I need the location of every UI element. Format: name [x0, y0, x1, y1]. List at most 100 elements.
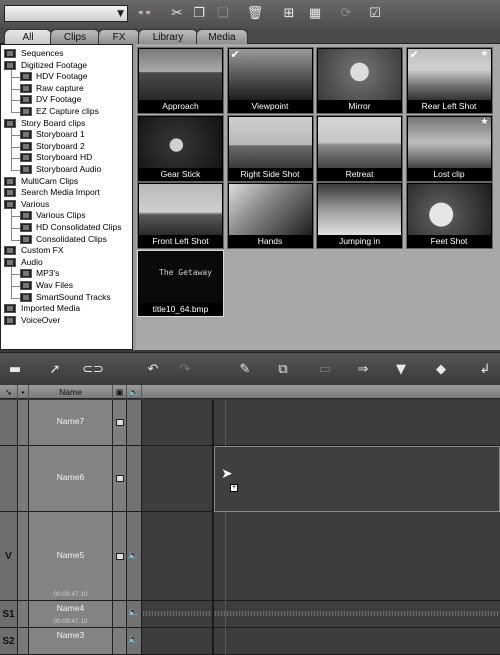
folder-icon — [20, 211, 32, 221]
track-monitor-toggle[interactable] — [113, 446, 127, 511]
bin-tree-panel: Sequences Digitized Footage HDV Footage Raw… — [0, 44, 133, 350]
track-audio-toggle[interactable] — [127, 400, 142, 445]
arrow-right-icon[interactable]: ⇒ — [352, 361, 374, 378]
tab-library[interactable]: Library — [138, 29, 198, 44]
timeline-track[interactable]: V Name5 00:09:47.10 🔈 — [0, 512, 500, 601]
track-name-cell[interactable]: Name3 — [29, 628, 113, 654]
folder-icon — [4, 49, 16, 58]
binoculars-icon[interactable]: 👓 — [136, 5, 154, 22]
track-select-cell[interactable] — [18, 512, 29, 600]
razor-icon[interactable]: ✎ — [234, 361, 256, 378]
refresh-icon[interactable]: ⟳ — [337, 5, 355, 22]
link-icon[interactable]: ⊂⊃ — [82, 361, 104, 378]
playhead[interactable] — [212, 400, 214, 655]
clip-thumbnail[interactable]: Rear Left Shot ✔ ★ — [405, 47, 493, 114]
track-audio-toggle[interactable]: 🔈 — [127, 601, 142, 627]
track-content-area[interactable] — [143, 512, 500, 600]
grid-small-icon[interactable]: ▦ — [306, 5, 324, 22]
clip-thumbnail[interactable]: Retreat — [316, 114, 403, 182]
tree-connector — [11, 170, 20, 171]
track-monitor-toggle[interactable] — [113, 400, 127, 445]
scissors-icon[interactable]: ✂ — [168, 5, 186, 22]
tree-item-label: Storyboard 2 — [36, 140, 85, 151]
track-content-area[interactable] — [143, 400, 500, 445]
chevron-down-icon[interactable]: ▼ — [117, 9, 124, 19]
folder-icon — [4, 246, 16, 256]
clip-thumbnail[interactable]: Mirror — [316, 47, 403, 114]
bin-selector-dropdown[interactable]: ▼ — [4, 5, 128, 22]
clip-thumbnail[interactable]: Gear Stick — [137, 114, 224, 182]
folder-icon[interactable]: ▬ — [4, 361, 26, 378]
track-content-area[interactable] — [143, 628, 500, 654]
name-column-header[interactable]: Name — [29, 385, 113, 399]
track-name: Name3 — [56, 630, 85, 640]
timeline-clip-drop-target[interactable] — [214, 446, 500, 512]
tab-clips[interactable]: Clips — [50, 29, 100, 44]
tab-fx[interactable]: FX — [98, 29, 140, 44]
checkbox-icon[interactable]: ☑ — [366, 5, 384, 22]
track-audio-toggle[interactable]: 🔈 — [127, 512, 142, 600]
clip-thumbnail[interactable]: Front Left Shot — [137, 182, 224, 249]
marker-down-icon[interactable]: ▼ — [390, 361, 412, 378]
copy-icon[interactable]: ❐ — [190, 5, 208, 22]
clip-thumbnail[interactable]: Viewpoint ✔ — [226, 47, 314, 114]
track-name-cell[interactable]: Name5 00:09:47.10 — [29, 512, 113, 600]
tree-item-label: Audio — [21, 256, 43, 267]
sort-icon[interactable]: ➘ — [0, 385, 18, 399]
clip-thumbnail[interactable]: Lost clip ★ — [405, 114, 493, 182]
tree-item-label: HDV Footage — [36, 71, 88, 82]
return-icon[interactable]: ↲ — [474, 361, 496, 378]
speaker-icon: 🔈 — [128, 608, 140, 618]
track-select-cell[interactable] — [18, 400, 29, 445]
track-monitor-toggle[interactable] — [113, 628, 127, 654]
split-marker-icon[interactable]: ◆ — [430, 361, 452, 378]
tab-media[interactable]: Media — [196, 29, 248, 44]
track-select-cell[interactable] — [18, 601, 29, 627]
clip-thumbnail[interactable]: Approach — [137, 47, 224, 114]
grid-large-icon[interactable]: ⊞ — [280, 5, 298, 22]
track-monitor-toggle[interactable] — [113, 512, 127, 600]
track-monitor-toggle[interactable] — [113, 601, 127, 627]
track-audio-toggle[interactable]: 🔈 — [127, 628, 142, 654]
filmstrip-icon[interactable]: ▭ — [314, 361, 336, 378]
undo-icon[interactable]: ↶ — [142, 361, 164, 378]
clip-label: Lost clip — [433, 168, 465, 179]
folder-icon — [20, 107, 32, 116]
pointer-icon[interactable]: ➚ — [44, 361, 66, 378]
track-audio-toggle[interactable] — [127, 446, 142, 511]
clip-preview-image — [407, 49, 491, 100]
timeline-track[interactable]: S2 Name3 🔈 — [0, 628, 500, 655]
clip-thumbnail[interactable]: Hands — [226, 182, 314, 249]
folder-icon — [20, 83, 32, 93]
tree-item-label: Various Clips — [36, 210, 86, 221]
paste-icon[interactable]: ❑ — [214, 5, 232, 22]
tree-connector — [11, 112, 20, 113]
track-select-cell[interactable] — [18, 446, 29, 511]
trash-icon[interactable]: 🗑 — [246, 5, 264, 22]
track-select-cell[interactable] — [18, 628, 29, 654]
clip-thumbnail[interactable]: Feet Shot — [405, 182, 493, 249]
track-name-cell[interactable]: Name6 — [29, 446, 113, 511]
tree-item-label: VoiceOver — [21, 314, 61, 325]
clip-label: Rear Left Shot — [421, 101, 477, 111]
clip-transfer-icon[interactable]: ⧉ — [272, 361, 294, 378]
timeline-track[interactable]: Name7 — [0, 400, 500, 446]
timeline-track[interactable]: S1 Name4 00:09:47.10 🔈 — [0, 601, 500, 628]
folder-icon — [20, 95, 32, 105]
folder-icon — [4, 304, 16, 314]
track-name-cell[interactable]: Name7 — [29, 400, 113, 445]
tab-label: All — [22, 32, 34, 43]
clip-thumbnail[interactable]: The Getaway title10_64.bmp — [137, 249, 224, 317]
redo-icon[interactable]: ↷ — [174, 361, 196, 378]
tree-connector — [11, 69, 12, 112]
clip-thumbnail[interactable]: Right Side Shot — [226, 114, 314, 182]
tab-all[interactable]: All — [4, 29, 52, 44]
folder-icon — [20, 292, 32, 302]
track-content-area[interactable] — [143, 601, 500, 627]
track-type-label: V — [0, 512, 18, 600]
track-name-cell[interactable]: Name4 00:09:47.10 — [29, 601, 113, 627]
audio-waveform — [143, 611, 500, 616]
speaker-icon: 🔈 — [128, 551, 140, 561]
clip-thumbnail[interactable]: Jumping in — [316, 182, 403, 249]
tree-connector — [11, 228, 20, 229]
